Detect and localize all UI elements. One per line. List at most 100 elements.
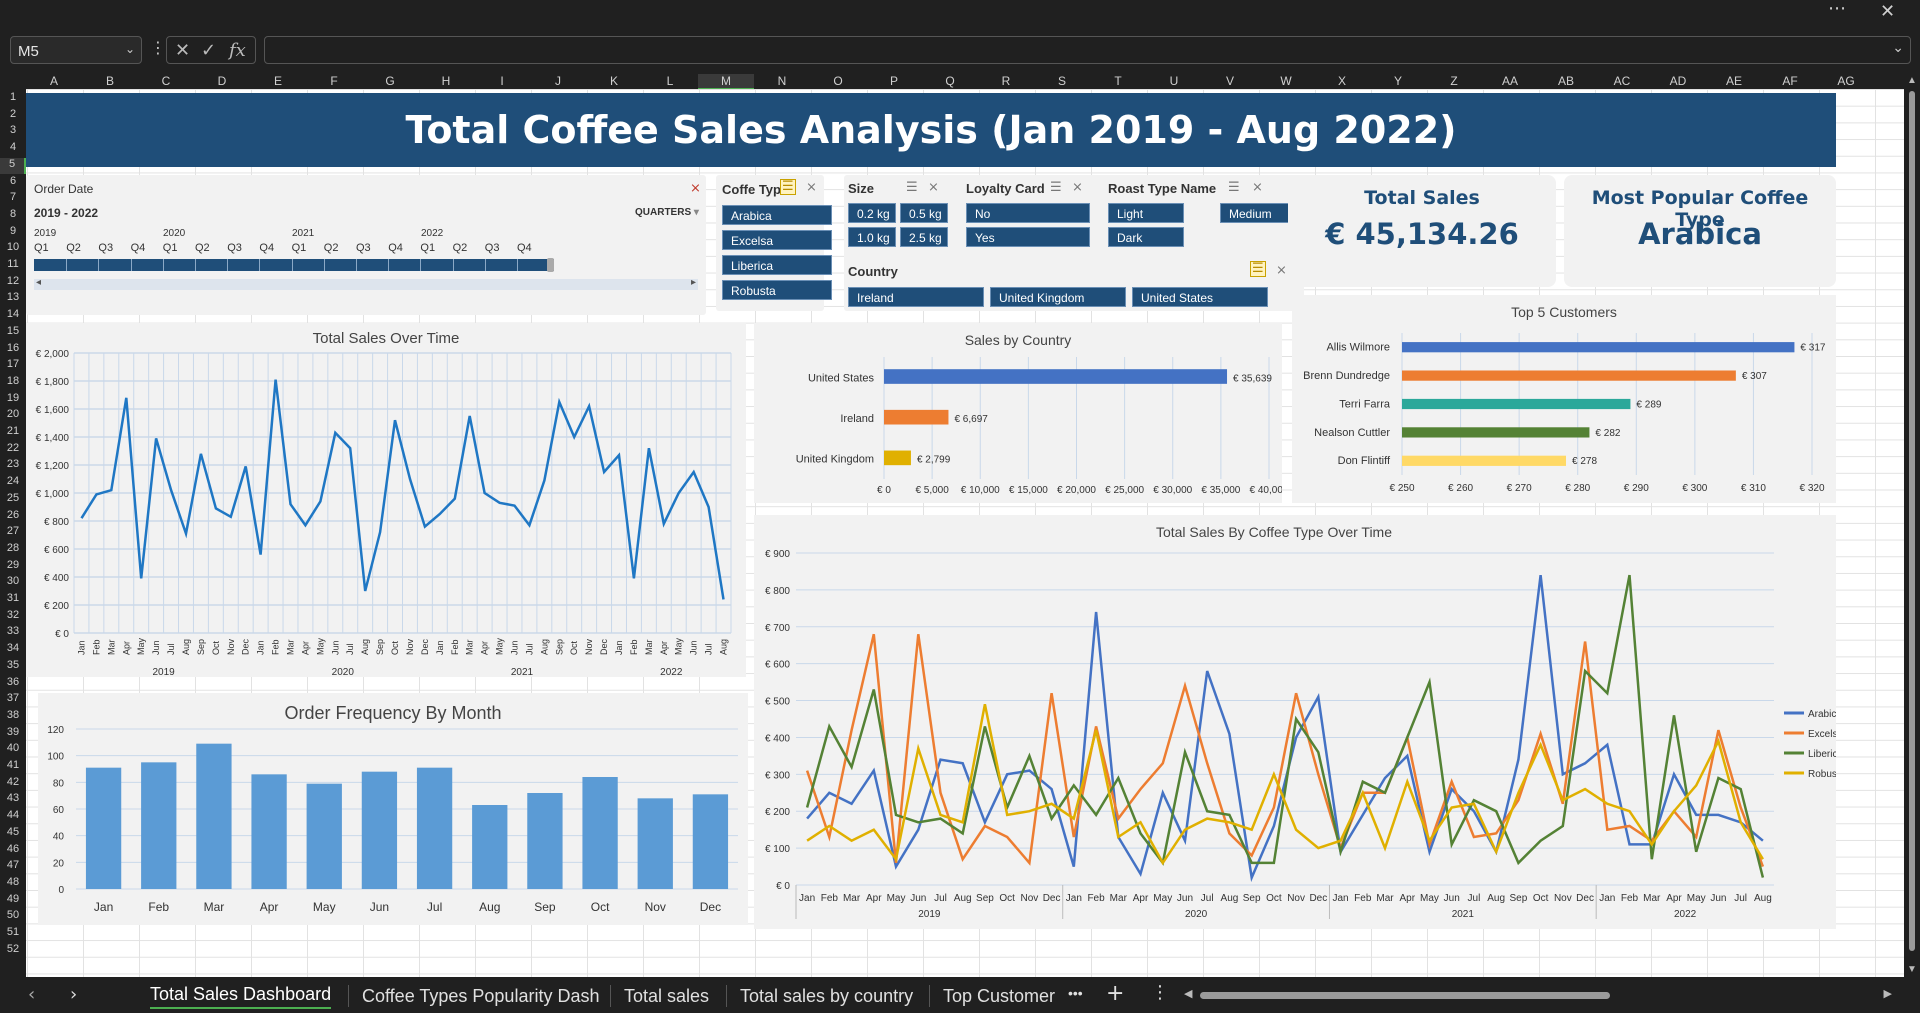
chevron-right-icon[interactable]: › (70, 984, 77, 1005)
row-header-2[interactable]: 2 (0, 108, 26, 124)
row-header-8[interactable]: 8 (0, 208, 26, 224)
sales-by-coffee-type-chart[interactable]: Total Sales By Coffee Type Over Time € 0 €… (754, 515, 1846, 929)
column-header-L[interactable]: L (642, 74, 698, 88)
chevron-down-icon[interactable]: ⌄ (125, 42, 135, 56)
column-header-AF[interactable]: AF (1762, 74, 1818, 88)
scroll-right-icon[interactable]: ▸ (691, 277, 696, 288)
column-header-P[interactable]: P (866, 74, 922, 88)
column-header-AG[interactable]: AG (1818, 74, 1874, 88)
scroll-down-icon[interactable]: ▼ (1907, 964, 1917, 975)
row-header-42[interactable]: 42 (0, 776, 26, 792)
column-header-Z[interactable]: Z (1426, 74, 1482, 88)
chevron-left-icon[interactable]: ‹ (28, 984, 35, 1005)
column-header-S[interactable]: S (1034, 74, 1090, 88)
row-header-39[interactable]: 39 (0, 726, 26, 742)
slicer-item-excelsa[interactable]: Excelsa (722, 230, 832, 250)
row-header-45[interactable]: 45 (0, 826, 26, 842)
timeline-handle[interactable] (547, 258, 554, 272)
slicer-item-1-0-kg[interactable]: 1.0 kg (848, 227, 896, 247)
timeline-quarter[interactable]: Q4 (388, 242, 403, 254)
sheet-tab[interactable]: Total Sales Dashboard (150, 984, 332, 1009)
timeline-quarter[interactable]: Q2 (324, 242, 339, 254)
column-header-AC[interactable]: AC (1594, 74, 1650, 88)
row-header-35[interactable]: 35 (0, 659, 26, 675)
total-sales-over-time-chart[interactable]: Total Sales Over Time € 0 € 200 € 400 € 600 €… (26, 323, 746, 678)
multi-select-icon[interactable]: ☰ (1050, 180, 1062, 195)
timeline-quarter[interactable]: Q4 (131, 242, 146, 254)
slicer-item-dark[interactable]: Dark (1108, 227, 1184, 247)
row-header-52[interactable]: 52 (0, 943, 26, 959)
row-header-16[interactable]: 16 (0, 342, 26, 358)
column-header-Q[interactable]: Q (922, 74, 978, 88)
slicer-item-light[interactable]: Light (1108, 203, 1184, 223)
more-vertical-icon[interactable]: ⋮ (150, 38, 166, 57)
scroll-left-icon[interactable]: ◀ (1184, 987, 1192, 1000)
horizontal-scrollbar[interactable]: ◀ ▶ (1184, 988, 1892, 1001)
column-header-T[interactable]: T (1090, 74, 1146, 88)
row-header-31[interactable]: 31 (0, 592, 26, 608)
row-header-41[interactable]: 41 (0, 759, 26, 775)
insert-function-icon[interactable]: fx (229, 40, 246, 61)
sheet-tab[interactable]: Total sales by country (740, 986, 913, 1007)
row-header-22[interactable]: 22 (0, 442, 26, 458)
row-header-47[interactable]: 47 (0, 859, 26, 875)
row-header-19[interactable]: 19 (0, 392, 26, 408)
row-header-15[interactable]: 15 (0, 325, 26, 341)
row-header-6[interactable]: 6 (0, 175, 26, 191)
column-header-AB[interactable]: AB (1538, 74, 1594, 88)
sales-by-country-chart[interactable]: Sales by Country € 0 € 5,000 € 10,000 € 15,0… (754, 323, 1289, 503)
column-header-C[interactable]: C (138, 74, 194, 88)
multi-select-icon[interactable]: ☰ (1250, 261, 1266, 277)
row-header-49[interactable]: 49 (0, 893, 26, 909)
row-header-33[interactable]: 33 (0, 625, 26, 641)
timeline-quarter[interactable]: Q3 (98, 242, 113, 254)
ellipsis-icon[interactable]: ⋯ (1828, 0, 1846, 19)
timeline-quarter[interactable]: Q2 (66, 242, 81, 254)
row-header-36[interactable]: 36 (0, 676, 26, 692)
name-box[interactable]: M5 ⌄ (10, 36, 142, 64)
timeline-quarter[interactable]: Q1 (34, 242, 49, 254)
row-header-23[interactable]: 23 (0, 458, 26, 474)
more-vertical-icon[interactable]: ⋮ (1151, 982, 1169, 1003)
slicer-item-medium[interactable]: Medium (1220, 203, 1296, 223)
enter-icon[interactable]: ✓ (201, 40, 216, 61)
column-header-V[interactable]: V (1202, 74, 1258, 88)
multi-select-icon[interactable]: ☰ (1228, 180, 1240, 195)
row-header-9[interactable]: 9 (0, 225, 26, 241)
row-header-28[interactable]: 28 (0, 542, 26, 558)
row-header-21[interactable]: 21 (0, 425, 26, 441)
order-frequency-chart[interactable]: Order Frequency By Month 0 20 40 60 80 100 120 J… (38, 693, 748, 925)
row-header-27[interactable]: 27 (0, 525, 26, 541)
scroll-right-icon[interactable]: ▶ (1884, 987, 1892, 1000)
row-header-50[interactable]: 50 (0, 909, 26, 925)
horizontal-scroll-thumb[interactable] (1200, 992, 1610, 999)
row-header-46[interactable]: 46 (0, 843, 26, 859)
close-icon[interactable]: ✕ (1880, 1, 1895, 22)
timeline-quarter[interactable]: Q1 (420, 242, 435, 254)
timeline-selection-bar[interactable] (34, 259, 554, 271)
slicer-item-ireland[interactable]: Ireland (848, 287, 984, 307)
timeline-quarter[interactable]: Q1 (292, 242, 307, 254)
row-header-51[interactable]: 51 (0, 926, 26, 942)
add-sheet-icon[interactable]: + (1106, 981, 1124, 1006)
column-header-O[interactable]: O (810, 74, 866, 88)
row-header-5[interactable]: 5 (0, 157, 26, 174)
clear-filter-icon[interactable]: ⨯ (1072, 180, 1083, 195)
timeline-quarter[interactable]: Q3 (227, 242, 242, 254)
row-header-44[interactable]: 44 (0, 809, 26, 825)
sheet-tab[interactable]: Top Customer (943, 986, 1055, 1007)
row-header-38[interactable]: 38 (0, 709, 26, 725)
row-header-37[interactable]: 37 (0, 692, 26, 708)
slicer-item-liberica[interactable]: Liberica (722, 255, 832, 275)
row-header-12[interactable]: 12 (0, 275, 26, 291)
vertical-scrollbar[interactable]: ▲ ▼ (1904, 73, 1920, 977)
row-header-26[interactable]: 26 (0, 509, 26, 525)
column-header-G[interactable]: G (362, 74, 418, 88)
multi-select-icon[interactable]: ☰ (780, 179, 796, 195)
timeline-quarter[interactable]: Q3 (356, 242, 371, 254)
sheet-tab[interactable]: Total sales (624, 986, 709, 1007)
clear-filter-icon[interactable]: ⨯ (1252, 180, 1263, 195)
more-sheets-icon[interactable]: ••• (1068, 985, 1083, 1001)
row-header-7[interactable]: 7 (0, 191, 26, 207)
row-header-40[interactable]: 40 (0, 742, 26, 758)
